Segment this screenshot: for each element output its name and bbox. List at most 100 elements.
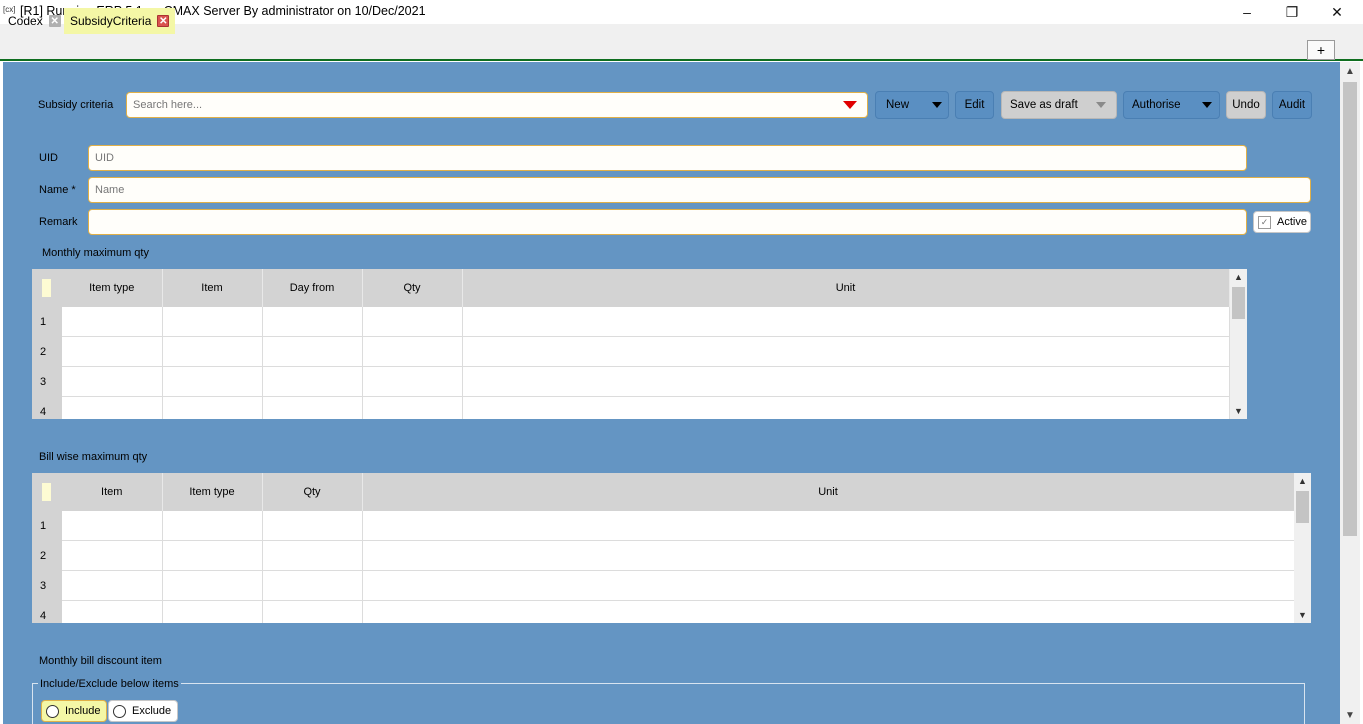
select-all-cell[interactable] xyxy=(32,269,62,307)
add-tab-button[interactable]: + xyxy=(1307,40,1335,60)
grid-cell[interactable] xyxy=(162,511,263,541)
grid-cell[interactable] xyxy=(362,511,1295,541)
scroll-up-icon[interactable]: ▲ xyxy=(1340,62,1360,80)
column-header[interactable]: Item type xyxy=(62,269,163,307)
grid-cell[interactable] xyxy=(162,540,263,571)
scroll-down-icon[interactable]: ▼ xyxy=(1340,706,1360,724)
grid-cell[interactable] xyxy=(262,511,363,541)
grid-cell[interactable] xyxy=(262,307,363,337)
grid-cell[interactable] xyxy=(62,511,163,541)
column-header[interactable]: Unit xyxy=(462,269,1230,307)
edit-button[interactable]: Edit xyxy=(955,91,994,119)
row-number: 2 xyxy=(32,540,62,571)
grid-cell[interactable] xyxy=(62,336,163,367)
new-button[interactable]: New xyxy=(875,91,949,119)
close-window-button[interactable]: ✕ xyxy=(1314,0,1360,24)
scroll-up-icon[interactable]: ▲ xyxy=(1294,473,1311,489)
scroll-thumb[interactable] xyxy=(1232,287,1245,319)
close-tab-icon[interactable]: ✕ xyxy=(48,15,61,27)
uid-field[interactable]: UID xyxy=(88,145,1247,171)
grid-cell[interactable] xyxy=(162,600,263,623)
dropdown-arrow-icon[interactable] xyxy=(843,101,857,109)
chevron-down-icon[interactable] xyxy=(1202,102,1212,108)
authorise-label: Authorise xyxy=(1132,99,1181,111)
grid-cell[interactable] xyxy=(362,540,1295,571)
tab-bar xyxy=(0,24,1363,61)
grid-cell[interactable] xyxy=(262,570,363,601)
remark-field[interactable] xyxy=(88,209,1247,235)
grid-scrollbar[interactable]: ▲ ▼ xyxy=(1230,269,1247,419)
row-number: 4 xyxy=(32,600,62,623)
save-draft-button[interactable]: Save as draft xyxy=(1001,91,1117,119)
edit-button-label: Edit xyxy=(964,99,985,111)
grid-cell[interactable] xyxy=(162,396,263,419)
column-header[interactable]: Qty xyxy=(362,269,463,307)
select-all-cell[interactable] xyxy=(32,473,62,511)
grid-cell[interactable] xyxy=(62,396,163,419)
grid-cell[interactable] xyxy=(262,396,363,419)
column-header[interactable]: Item xyxy=(62,473,163,511)
grid-cell[interactable] xyxy=(62,540,163,571)
active-checkbox[interactable]: ✓ Active xyxy=(1253,211,1311,233)
column-header[interactable]: Qty xyxy=(262,473,363,511)
exclude-radio[interactable]: Exclude xyxy=(108,700,179,722)
column-header[interactable]: Day from xyxy=(262,269,363,307)
minimize-button[interactable]: – xyxy=(1224,0,1270,24)
grid-cell[interactable] xyxy=(462,307,1230,337)
column-header[interactable]: Item type xyxy=(162,473,263,511)
chevron-down-icon[interactable] xyxy=(1096,102,1106,108)
grid-cell[interactable] xyxy=(262,600,363,623)
grid-cell[interactable] xyxy=(362,396,463,419)
restore-button[interactable]: ❐ xyxy=(1269,0,1315,24)
name-field[interactable]: Name xyxy=(88,177,1311,203)
monthly-grid-title: Monthly maximum qty xyxy=(42,247,149,259)
uid-label: UID xyxy=(39,152,58,164)
grid-cell[interactable] xyxy=(462,336,1230,367)
tab-subsidy-criteria[interactable]: SubsidyCriteria ✕ xyxy=(64,8,176,34)
grid-cell[interactable] xyxy=(162,307,263,337)
table-row: 2 xyxy=(32,336,1230,367)
audit-button[interactable]: Audit xyxy=(1272,91,1312,119)
grid-cell[interactable] xyxy=(162,366,263,397)
column-header[interactable]: Item xyxy=(162,269,263,307)
page-scrollbar[interactable]: ▲ ▼ xyxy=(1340,62,1360,724)
grid-cell[interactable] xyxy=(162,570,263,601)
grid-cell[interactable] xyxy=(62,366,163,397)
grid-scrollbar[interactable]: ▲ ▼ xyxy=(1294,473,1311,623)
minimize-icon: – xyxy=(1243,4,1251,20)
table-row: 1 xyxy=(32,511,1295,541)
grid-cell[interactable] xyxy=(362,570,1295,601)
grid-cell[interactable] xyxy=(62,570,163,601)
grid-cell[interactable] xyxy=(262,336,363,367)
grid-cell[interactable] xyxy=(262,540,363,571)
new-button-label: New xyxy=(886,99,910,111)
tab-codex[interactable]: Codex ✕ xyxy=(2,8,67,34)
scroll-thumb[interactable] xyxy=(1296,491,1309,523)
grid-cell[interactable] xyxy=(362,366,463,397)
scroll-down-icon[interactable]: ▼ xyxy=(1294,607,1311,623)
row-number: 2 xyxy=(32,336,62,367)
grid-cell[interactable] xyxy=(162,336,263,367)
include-radio[interactable]: Include xyxy=(41,700,108,722)
chevron-down-icon[interactable] xyxy=(932,102,942,108)
grid-cell[interactable] xyxy=(362,307,463,337)
grid-cell[interactable] xyxy=(62,600,163,623)
search-input[interactable]: Search here... xyxy=(126,92,868,118)
close-tab-icon[interactable]: ✕ xyxy=(157,15,170,27)
scroll-down-icon[interactable]: ▼ xyxy=(1230,403,1247,419)
include-label: Include xyxy=(65,705,101,717)
table-row: 3 xyxy=(32,366,1230,397)
authorise-button[interactable]: Authorise xyxy=(1123,91,1220,119)
grid-cell[interactable] xyxy=(362,600,1295,623)
grid-cell[interactable] xyxy=(262,366,363,397)
grid-cell[interactable] xyxy=(362,336,463,367)
scroll-thumb[interactable] xyxy=(1343,82,1357,536)
column-header[interactable]: Unit xyxy=(362,473,1295,511)
undo-button[interactable]: Undo xyxy=(1226,91,1266,119)
plus-icon: + xyxy=(1316,42,1326,58)
close-icon: ✕ xyxy=(1331,3,1343,20)
grid-cell[interactable] xyxy=(462,366,1230,397)
grid-cell[interactable] xyxy=(462,396,1230,419)
grid-cell[interactable] xyxy=(62,307,163,337)
scroll-up-icon[interactable]: ▲ xyxy=(1230,269,1247,285)
